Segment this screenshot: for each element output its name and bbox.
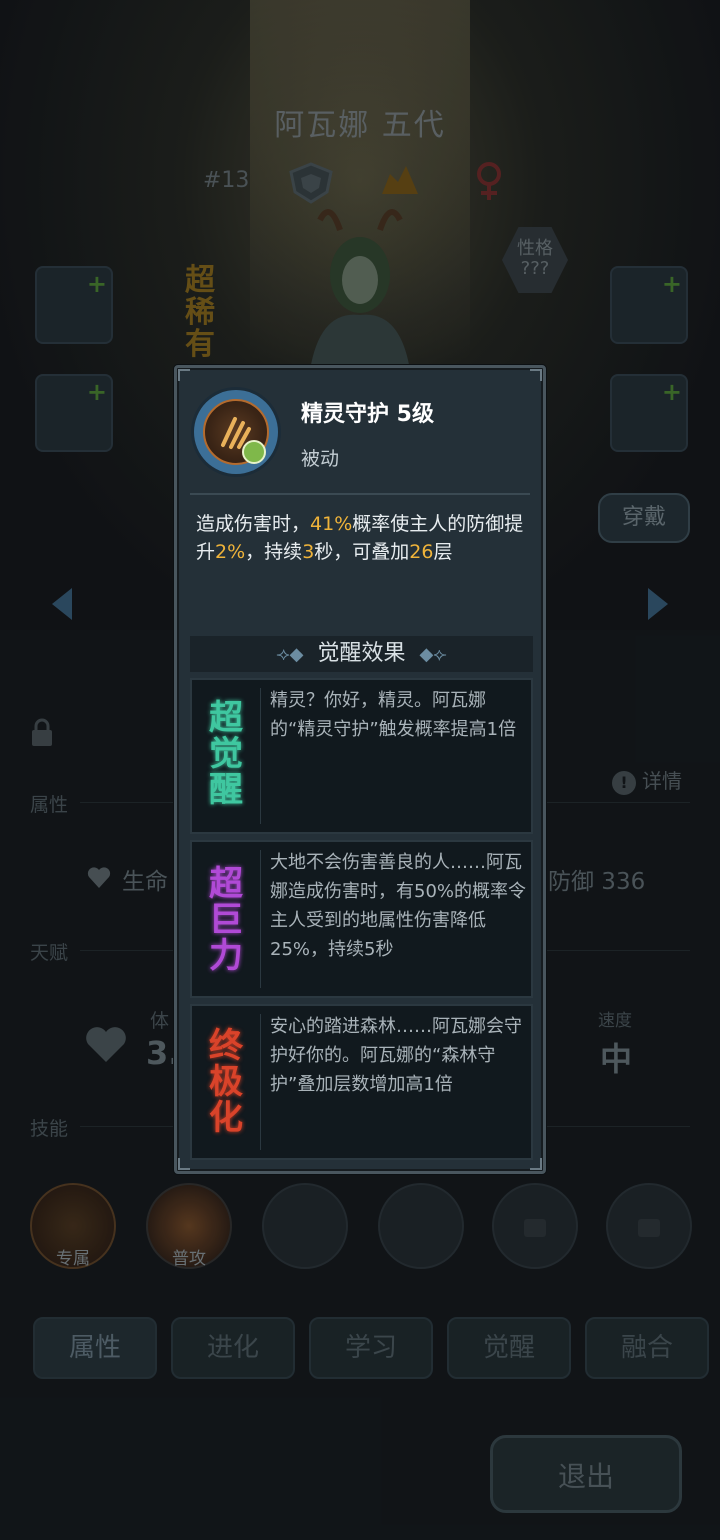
skill-icon bbox=[194, 390, 278, 474]
skill-title: 精灵守护 5级 bbox=[301, 402, 434, 427]
desc-highlight: 26 bbox=[409, 541, 434, 563]
awakening-badge: 终极化 bbox=[209, 1026, 243, 1138]
desc-highlight: 3 bbox=[302, 541, 315, 563]
frame-corner bbox=[178, 1158, 190, 1170]
divider bbox=[260, 1014, 261, 1150]
desc-text: ，持续 bbox=[245, 541, 303, 563]
divider bbox=[190, 493, 530, 495]
skill-detail-modal: 精灵守护 5级 被动 造成伤害时，41%概率使主人的防御提升2%，持续3秒，可叠… bbox=[174, 365, 546, 1174]
desc-highlight: 2% bbox=[215, 541, 246, 563]
frame-corner bbox=[178, 369, 190, 381]
awakening-header: ⟢◆ 觉醒效果 ◆⟣ bbox=[190, 636, 533, 672]
skill-description: 造成伤害时，41%概率使主人的防御提升2%，持续3秒，可叠加26层 bbox=[196, 510, 526, 566]
awakening-badge: 超觉醒 bbox=[209, 698, 243, 810]
awakening-card-2: 超巨力 大地不会伤害善良的人……阿瓦娜造成伤害时，有50%的概率令主人受到的地属… bbox=[190, 840, 533, 998]
nature-element-icon bbox=[242, 440, 266, 464]
desc-text: 秒，可叠加 bbox=[314, 541, 410, 563]
skill-type: 被动 bbox=[301, 448, 340, 470]
awakening-text: 精灵？你好，精灵。阿瓦娜的“精灵守护”触发概率提高1倍 bbox=[270, 690, 517, 740]
divider bbox=[260, 850, 261, 988]
awakening-text: 大地不会伤害善良的人……阿瓦娜造成伤害时，有50%的概率令主人受到的地属性伤害降… bbox=[270, 852, 527, 960]
desc-highlight: 41% bbox=[310, 513, 353, 535]
awakening-card-3: 终极化 安心的踏进森林……阿瓦娜会守护好你的。阿瓦娜的“森林守护”叠加层数增加高… bbox=[190, 1004, 533, 1160]
awakening-card-1: 超觉醒 精灵？你好，精灵。阿瓦娜的“精灵守护”触发概率提高1倍 bbox=[190, 678, 533, 834]
ornament-icon: ⟢◆ bbox=[276, 644, 304, 665]
awakening-badge: 超巨力 bbox=[209, 864, 243, 976]
awakening-title: 觉醒效果 bbox=[317, 641, 406, 666]
desc-text: 造成伤害时， bbox=[196, 513, 311, 535]
awakening-text: 安心的踏进森林……阿瓦娜会守护好你的。阿瓦娜的“森林守护”叠加层数增加高1倍 bbox=[270, 1016, 522, 1095]
frame-corner bbox=[530, 369, 542, 381]
ornament-icon: ◆⟣ bbox=[419, 644, 447, 665]
divider bbox=[260, 688, 261, 824]
desc-text: 层 bbox=[433, 541, 453, 563]
